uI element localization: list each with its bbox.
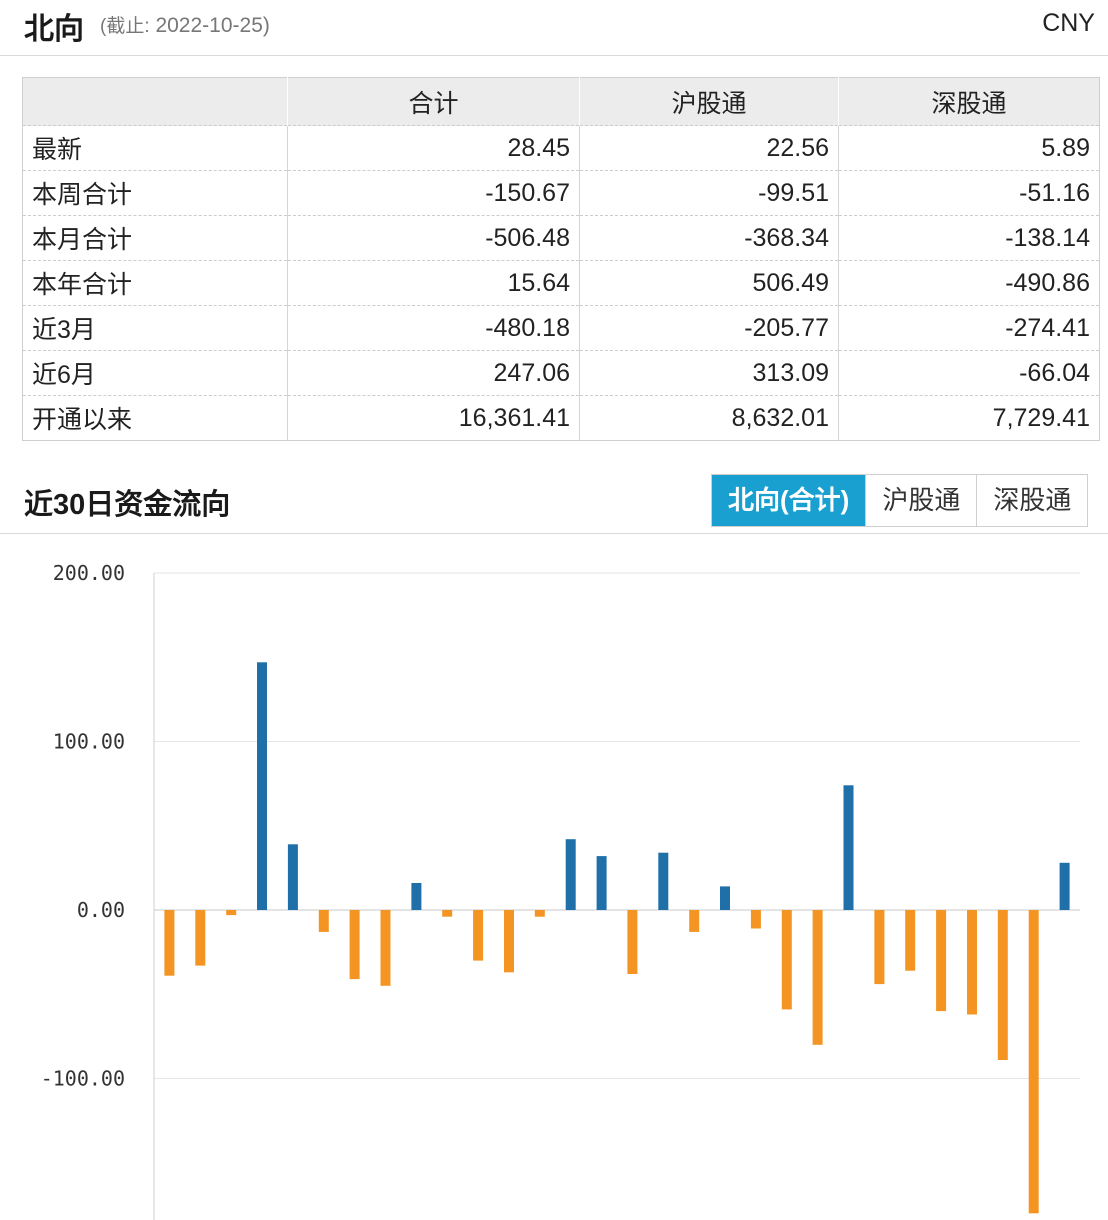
fund-flow-bar-chart: 200.00 100.00 0.00 -100.00 xyxy=(41,561,1080,1220)
chart-bar xyxy=(812,910,823,1045)
summary-table: 合计 沪股通 深股通 最新 28.45 22.56 5.89 本周合计 -150… xyxy=(22,77,1100,441)
table-row: 本月合计 -506.48 -368.34 -138.14 xyxy=(22,215,1100,261)
chart-bar xyxy=(905,910,916,971)
chart-bar xyxy=(997,910,1008,1060)
cell-total: -480.18 xyxy=(287,305,580,351)
column-header-label xyxy=(22,77,288,126)
chart-bar xyxy=(257,662,267,910)
tab-shenzhen-connect[interactable]: 深股通 xyxy=(976,475,1088,526)
row-label: 近6月 xyxy=(22,350,288,396)
chart-bar xyxy=(936,910,947,1012)
cell-shenzhen: -66.04 xyxy=(838,350,1100,396)
currency-label: CNY xyxy=(1042,9,1095,37)
cell-total: 28.45 xyxy=(287,125,580,171)
chart-bar xyxy=(349,910,360,980)
table-row: 本年合计 15.64 506.49 -490.86 xyxy=(22,260,1100,306)
chart-bar xyxy=(750,910,761,929)
chart-bar xyxy=(287,844,298,910)
chart-bar xyxy=(442,910,453,917)
y-tick-label: 200.00 xyxy=(53,561,125,585)
chart-bar xyxy=(504,910,514,973)
cell-shenzhen: -274.41 xyxy=(838,305,1100,351)
row-label: 开通以来 xyxy=(22,395,288,441)
as-of-date-value: 2022-10-25) xyxy=(155,14,270,37)
cell-total: 15.64 xyxy=(287,260,580,306)
cell-shanghai: -205.77 xyxy=(579,305,839,351)
chart-bar xyxy=(1059,862,1070,910)
table-row: 开通以来 16,361.41 8,632.01 7,729.41 xyxy=(22,395,1100,441)
row-label: 最新 xyxy=(22,125,288,171)
row-label: 本周合计 xyxy=(22,170,288,216)
table-row: 本周合计 -150.67 -99.51 -51.16 xyxy=(22,170,1100,216)
row-label: 本年合计 xyxy=(22,260,288,306)
cell-shanghai: 506.49 xyxy=(579,260,839,306)
cell-shenzhen: -51.16 xyxy=(838,170,1100,216)
chart-bar xyxy=(874,910,885,985)
chart-bar xyxy=(534,910,545,917)
chart-bar xyxy=(195,910,206,966)
section-title: 近30日资金流向 xyxy=(24,489,231,521)
section-divider xyxy=(0,533,1108,534)
table-row: 近3月 -480.18 -205.77 -274.41 xyxy=(22,305,1100,351)
as-of-label: (截止: xyxy=(100,16,150,37)
cell-shanghai: 8,632.01 xyxy=(579,395,839,441)
tab-northbound-total[interactable]: 北向(合计) xyxy=(712,475,866,526)
y-tick-label: 0.00 xyxy=(77,898,125,922)
chart-bar xyxy=(627,910,638,974)
cell-total: 16,361.41 xyxy=(287,395,580,441)
cell-total: -150.67 xyxy=(287,170,580,216)
y-tick-label: 100.00 xyxy=(53,730,125,754)
chart-bar xyxy=(380,910,391,986)
chart-tab-group: 北向(合计) 沪股通 深股通 xyxy=(711,474,1089,527)
row-label: 近3月 xyxy=(22,305,288,351)
chart-bar xyxy=(565,839,576,910)
chart-bar xyxy=(689,910,700,932)
page-header: 北向 (截止: 2022-10-25) CNY xyxy=(0,0,1108,56)
tab-shanghai-connect[interactable]: 沪股通 xyxy=(865,475,977,526)
cell-shenzhen: 5.89 xyxy=(838,125,1100,171)
chart-bar xyxy=(720,886,730,910)
chart-bar xyxy=(781,910,792,1010)
chart-bar xyxy=(843,785,854,910)
table-header-row: 合计 沪股通 深股通 xyxy=(22,77,1100,126)
chart-bar xyxy=(967,910,977,1015)
page-title: 北向 xyxy=(24,13,84,46)
as-of-date: (截止: 2022-10-25) xyxy=(100,11,270,38)
column-header-shenzhen: 深股通 xyxy=(838,77,1100,126)
chart-bar xyxy=(1028,910,1039,1214)
chart-bar xyxy=(318,910,329,932)
cell-shenzhen: 7,729.41 xyxy=(838,395,1100,441)
column-header-total: 合计 xyxy=(287,77,580,126)
table-row: 最新 28.45 22.56 5.89 xyxy=(22,125,1100,171)
cell-shenzhen: -490.86 xyxy=(838,260,1100,306)
cell-shanghai: -368.34 xyxy=(579,215,839,261)
cell-shanghai: 313.09 xyxy=(579,350,839,396)
chart-bar xyxy=(164,910,175,976)
chart-bar xyxy=(596,856,607,910)
chart-bar xyxy=(473,910,484,961)
cell-total: 247.06 xyxy=(287,350,580,396)
y-tick-label: -100.00 xyxy=(41,1067,125,1091)
chart-bar xyxy=(411,883,422,910)
cell-total: -506.48 xyxy=(287,215,580,261)
chart-bar xyxy=(658,852,669,910)
chart-bar xyxy=(226,910,237,916)
cell-shanghai: -99.51 xyxy=(579,170,839,216)
row-label: 本月合计 xyxy=(22,215,288,261)
cell-shanghai: 22.56 xyxy=(579,125,839,171)
table-row: 近6月 247.06 313.09 -66.04 xyxy=(22,350,1100,396)
column-header-shanghai: 沪股通 xyxy=(579,77,839,126)
cell-shenzhen: -138.14 xyxy=(838,215,1100,261)
